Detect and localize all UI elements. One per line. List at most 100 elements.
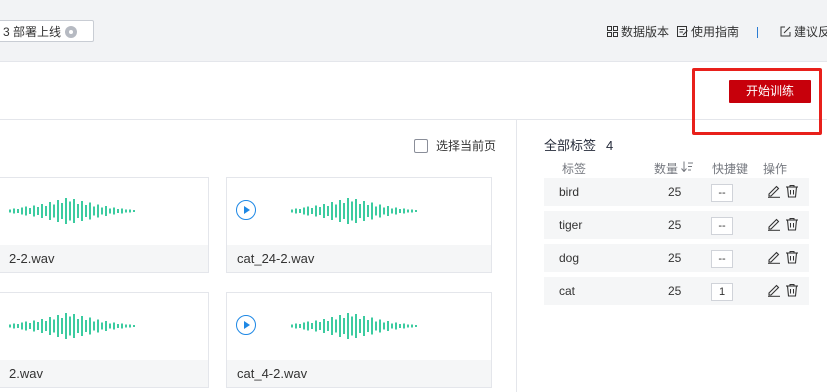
waveform-area: [227, 293, 491, 359]
waveform-bar: [319, 207, 321, 215]
waveform-bar: [25, 321, 27, 331]
waveform-bar: [387, 321, 389, 331]
shortcut-key-field[interactable]: --: [711, 184, 733, 202]
waveform-bar: [21, 207, 23, 215]
waveform-bar: [17, 324, 19, 328]
waveform-bar: [415, 210, 417, 212]
waveform-bar: [9, 209, 11, 213]
waveform-bar: [403, 208, 405, 214]
edit-icon[interactable]: [767, 283, 781, 297]
audio-file-name: cat_4-2.wav: [227, 360, 491, 387]
data-version-link[interactable]: 数据版本: [607, 25, 669, 39]
waveform-bar: [351, 316, 353, 336]
waveform-bar: [129, 209, 131, 213]
waveform-bar: [363, 201, 365, 221]
waveform-bar: [125, 324, 127, 328]
waveform-bar: [93, 321, 95, 331]
waveform-bar: [395, 322, 397, 330]
label-row: cat 25 1: [544, 277, 809, 305]
waveform-bar: [343, 203, 345, 219]
waveform-bar: [85, 205, 87, 217]
waveform-bar: [21, 322, 23, 330]
label-count: 25: [668, 284, 682, 298]
shortcut-key-field[interactable]: 1: [711, 283, 733, 301]
grid-icon: [607, 26, 618, 37]
waveform-bar: [93, 206, 95, 216]
waveform-bar: [45, 321, 47, 331]
trash-icon[interactable]: [785, 250, 799, 264]
trash-icon[interactable]: [785, 184, 799, 198]
waveform-bar: [121, 208, 123, 214]
waveform-bar: [69, 316, 71, 336]
waveform-bar: [97, 204, 99, 218]
waveform-bar: [383, 322, 385, 330]
audio-card[interactable]: 2.wav: [0, 292, 209, 388]
usage-guide-link[interactable]: 使用指南: [677, 25, 739, 39]
waveform-bar: [307, 206, 309, 216]
checkbox-icon[interactable]: [414, 139, 428, 153]
waveform-bar: [129, 324, 131, 328]
audio-card[interactable]: cat_4-2.wav: [226, 292, 492, 388]
waveform-bar: [311, 323, 313, 329]
waveform-bar: [407, 324, 409, 328]
waveform-bar: [347, 313, 349, 339]
header-shortcut: 快捷键: [712, 162, 749, 176]
waveform-bar: [133, 325, 135, 327]
waveform-bar: [403, 323, 405, 329]
waveform-bar: [77, 204, 79, 218]
play-icon[interactable]: [236, 200, 256, 220]
select-current-page-label: 选择当前页: [436, 139, 497, 153]
stop-circle-icon[interactable]: [65, 26, 78, 38]
step-deploy-pill[interactable]: 3 部署上线: [0, 20, 94, 42]
feedback-link[interactable]: 建议反: [780, 25, 827, 39]
edit-icon[interactable]: [767, 184, 781, 198]
waveform-bar: [29, 323, 31, 329]
waveform-bar: [53, 319, 55, 333]
trash-icon[interactable]: [785, 217, 799, 231]
waveform-bar: [97, 319, 99, 333]
waveform-icon: [9, 313, 135, 339]
header-count[interactable]: 数量: [654, 160, 678, 177]
sort-icon[interactable]: [681, 161, 693, 172]
waveform-bar: [391, 208, 393, 214]
edit-icon[interactable]: [767, 250, 781, 264]
waveform-bar: [387, 206, 389, 216]
label-row: dog 25 --: [544, 244, 809, 272]
waveform-bar: [25, 206, 27, 216]
waveform-bar: [411, 324, 413, 328]
waveform-bar: [125, 209, 127, 213]
waveform-icon: [291, 313, 417, 339]
waveform-bar: [363, 316, 365, 336]
waveform-bar: [371, 317, 373, 335]
feedback-icon: [780, 26, 791, 37]
waveform-area: [0, 178, 208, 244]
waveform-bar: [303, 207, 305, 215]
waveform-bar: [379, 319, 381, 333]
label-count: 25: [668, 251, 682, 265]
edit-icon[interactable]: [767, 217, 781, 231]
waveform-bar: [355, 199, 357, 223]
waveform-bar: [367, 320, 369, 332]
waveform-bar: [323, 204, 325, 218]
waveform-bar: [45, 206, 47, 216]
label-count: 25: [668, 218, 682, 232]
waveform-bar: [29, 208, 31, 214]
shortcut-key-field[interactable]: --: [711, 250, 733, 268]
labels-title: 全部标签 4: [544, 139, 613, 153]
play-icon[interactable]: [236, 315, 256, 335]
waveform-bar: [399, 324, 401, 328]
shortcut-key-field[interactable]: --: [711, 217, 733, 235]
step-label: 3 部署上线: [3, 25, 62, 39]
waveform-area: [0, 293, 208, 359]
trash-icon[interactable]: [785, 283, 799, 297]
waveform-bar: [291, 324, 293, 328]
waveform-bar: [37, 207, 39, 215]
waveform-bar: [117, 324, 119, 328]
audio-card[interactable]: 2-2.wav: [0, 177, 209, 273]
waveform-bar: [73, 199, 75, 223]
waveform-bar: [61, 203, 63, 219]
waveform-bar: [355, 314, 357, 338]
waveform-bar: [315, 320, 317, 332]
select-current-page[interactable]: 选择当前页: [414, 139, 496, 153]
audio-card[interactable]: cat_24-2.wav: [226, 177, 492, 273]
